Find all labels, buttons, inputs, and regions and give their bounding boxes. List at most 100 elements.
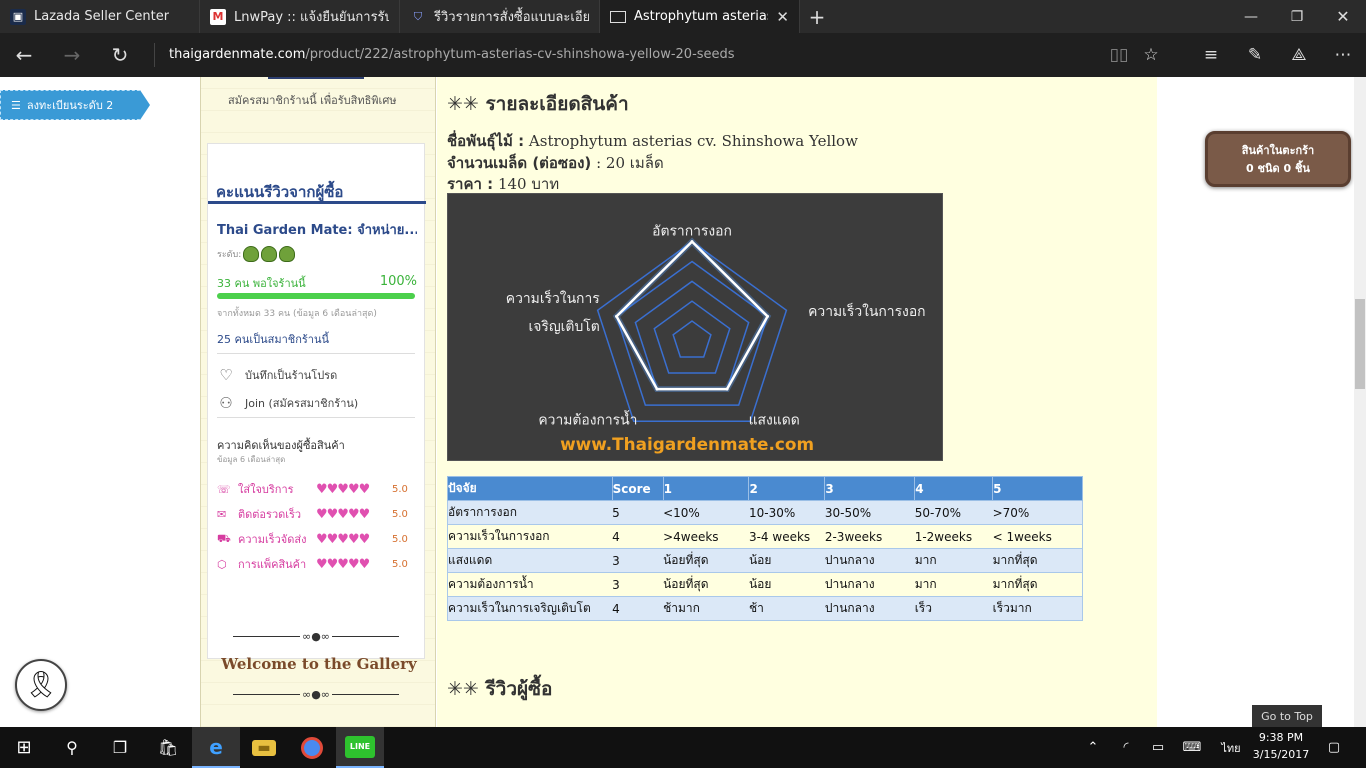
go-to-top-button[interactable]: Go to Top xyxy=(1252,705,1322,727)
task-view-icon[interactable]: ❐ xyxy=(96,727,144,768)
opinion-subtitle: ข้อมูล 6 เดือนล่าสุด xyxy=(217,455,286,464)
network-icon[interactable]: ◜ xyxy=(1114,727,1138,768)
radar-grid-ring xyxy=(672,320,712,358)
store-icon[interactable]: 🛍 xyxy=(144,727,192,768)
heart-rating: ♥♥♥♥♥ xyxy=(316,531,370,547)
factor-table-header: ปัจจัย Score 1 2 3 4 5 xyxy=(447,476,1083,501)
factor-cell: เร็วมาก xyxy=(992,596,1083,621)
factor-cell: อัตราการงอก xyxy=(447,500,613,525)
opinion-row: ⬡ การแพ็คสินค้า ♥♥♥♥♥ 5.0 xyxy=(217,556,415,572)
factor-cell: ความเร็วในการเจริญเติบโต xyxy=(447,596,613,621)
web-page: ☰ ลงทะเบียนระดับ 2 สมัครสมาชิกร้านนี้ เพ… xyxy=(0,77,1366,727)
reviews-heading: ✳✳ รีวิวผู้ซื้อ xyxy=(447,678,553,700)
factor-cell: แสงแดด xyxy=(447,548,613,573)
factor-cell: มากที่สุด xyxy=(992,548,1083,573)
factor-cell: 5 xyxy=(612,500,664,525)
satisfaction-percent: 100% xyxy=(379,274,417,289)
tab-lazada[interactable]: ▣ Lazada Seller Center xyxy=(0,0,200,33)
factor-row: ความเร็วในการงอก 4 >4weeks 3-4 weeks 2-3week… xyxy=(447,524,1083,549)
level-skull-icon xyxy=(261,246,278,262)
clock[interactable]: 9:38 PM 3/15/2017 xyxy=(1250,729,1312,763)
factor-cell: ความเร็วในการงอก xyxy=(447,524,613,549)
radar-axis-label: ความเร็วในการ xyxy=(506,289,600,307)
gmail-icon: M xyxy=(210,8,226,25)
tab-title: LnwPay :: แจ้งยืนยันการรับสินค้ xyxy=(234,10,389,25)
factor-cell: น้อย xyxy=(748,572,825,597)
seeds-value: : 20 เมล็ด xyxy=(596,154,664,172)
gallery-ornament-top: ∞●∞ xyxy=(233,630,399,643)
close-tab-icon[interactable]: ✕ xyxy=(768,8,789,26)
join-shop-button[interactable]: ⚇ Join (สมัครสมาชิกร้าน) xyxy=(217,394,358,412)
factor-cell: 4 xyxy=(612,524,664,549)
show-hidden-icons[interactable]: ⌃ xyxy=(1082,727,1104,768)
favorite-shop-button[interactable]: ♡ บันทึกเป็นร้านโปรด xyxy=(217,366,337,384)
satisfaction-bar xyxy=(217,293,415,299)
factor-cell: 2-3weeks xyxy=(824,524,915,549)
ribbon-badge-icon[interactable]: 🎗 xyxy=(15,659,67,711)
factor-cell: 50-70% xyxy=(914,500,993,525)
forward-button[interactable]: → xyxy=(48,33,96,77)
file-explorer-icon[interactable]: ▬ xyxy=(240,727,288,768)
tab-lnwpay[interactable]: M LnwPay :: แจ้งยืนยันการรับสินค้ xyxy=(200,0,400,33)
heart-rating: ♥♥♥♥♥ xyxy=(316,481,370,497)
factor-header-cell: Score xyxy=(611,476,664,501)
more-icon[interactable]: ⋯ xyxy=(1321,33,1365,77)
tab-review[interactable]: ⛉ รีวิวรายการสั่งซื้อแบบละเอียด - L xyxy=(400,0,600,33)
radar-point xyxy=(615,314,618,318)
tab-title: รีวิวรายการสั่งซื้อแบบละเอียด - L xyxy=(434,10,589,25)
factor-row: ความต้องการน้ำ 3 น้อยที่สุด น้อย ปานกลาง มากม… xyxy=(447,572,1083,597)
restore-button[interactable]: ❐ xyxy=(1274,0,1320,33)
cart-widget[interactable]: สินค้าในตะกร้า 0 ชนิด 0 ชิ้น xyxy=(1205,131,1351,187)
edge-taskbar-icon[interactable]: e xyxy=(192,727,240,768)
hub-icon[interactable]: ≡ xyxy=(1189,33,1233,77)
clock-date: 3/15/2017 xyxy=(1252,748,1310,761)
factor-cell: เร็ว xyxy=(914,596,993,621)
shop-name-link[interactable]: Thai Garden Mate: จำหน่าย... xyxy=(217,219,417,240)
factor-cell: ช้ามาก xyxy=(663,596,749,621)
divider xyxy=(208,201,426,204)
favorite-star-icon[interactable]: ☆ xyxy=(1129,33,1173,77)
badge-label: ลงทะเบียนระดับ 2 xyxy=(26,99,114,112)
url-field[interactable]: thaigardenmate.com/product/222/astrophyt… xyxy=(154,43,1054,67)
product-detail-heading: ✳✳ รายละเอียดสินค้า xyxy=(447,93,629,115)
factor-cell: < 1weeks xyxy=(992,524,1083,549)
divider xyxy=(217,353,415,354)
factor-cell: มากที่สุด xyxy=(992,572,1083,597)
tab-astrophytum[interactable]: Astrophytum asterias cv ✕ xyxy=(600,0,800,33)
factor-row: แสงแดด 3 น้อยที่สุด น้อย ปานกลาง มาก มากที่สุด xyxy=(447,548,1083,573)
opinion-row: ✉ ติดต่อรวดเร็ว ♥♥♥♥♥ 5.0 xyxy=(217,506,415,522)
line-app-icon[interactable]: LINE xyxy=(336,727,384,768)
new-tab-button[interactable]: + xyxy=(800,0,834,33)
scrollbar-thumb[interactable] xyxy=(1355,299,1365,389)
chrome-icon[interactable] xyxy=(288,727,336,768)
opinion-label: การแพ็คสินค้า xyxy=(238,558,307,571)
notification-icon[interactable]: ▢ xyxy=(1320,727,1348,768)
back-button[interactable]: ← xyxy=(0,33,48,77)
opinion-label: ใส่ใจบริการ xyxy=(238,483,294,496)
close-window-button[interactable]: ✕ xyxy=(1320,0,1366,33)
level-label: ระดับ: xyxy=(217,250,242,260)
language-indicator[interactable]: ไทย xyxy=(1216,727,1246,768)
heart-rating: ♥♥♥♥♥ xyxy=(316,556,370,572)
members-link[interactable]: 25 คนเป็นสมาชิกร้านนี้ xyxy=(217,330,329,348)
search-icon[interactable]: ⚲ xyxy=(48,727,96,768)
refresh-button[interactable]: ↻ xyxy=(96,33,144,77)
factor-cell: 3 xyxy=(612,548,664,573)
url-host: thaigardenmate.com xyxy=(169,47,306,62)
battery-icon[interactable]: ▭ xyxy=(1146,727,1170,768)
factor-cell: ปานกลาง xyxy=(824,572,915,597)
radar-point xyxy=(766,314,770,318)
keyboard-icon[interactable]: ⌨ xyxy=(1178,727,1206,768)
web-note-icon[interactable]: ✎ xyxy=(1233,33,1277,77)
register-level-badge[interactable]: ☰ ลงทะเบียนระดับ 2 xyxy=(0,90,150,120)
radar-point xyxy=(690,240,694,244)
scrollbar[interactable] xyxy=(1354,77,1366,727)
windows-start-icon[interactable]: ⊞ xyxy=(0,727,48,768)
minimize-button[interactable]: — xyxy=(1228,0,1274,33)
share-icon[interactable]: ⟁ xyxy=(1277,33,1321,77)
radar-axis-label: เจริญเติบโต xyxy=(529,318,600,335)
species-line: ชื่อพันธุ์ไม้ : Astrophytum asterias cv.… xyxy=(447,129,858,153)
factor-cell: น้อยที่สุด xyxy=(663,572,749,597)
signup-text[interactable]: สมัครสมาชิกร้านนี้ เพื่อรับสิทธิพิเศษ xyxy=(228,91,397,109)
url-path: /product/222/astrophytum-asterias-cv-shi… xyxy=(305,47,735,62)
